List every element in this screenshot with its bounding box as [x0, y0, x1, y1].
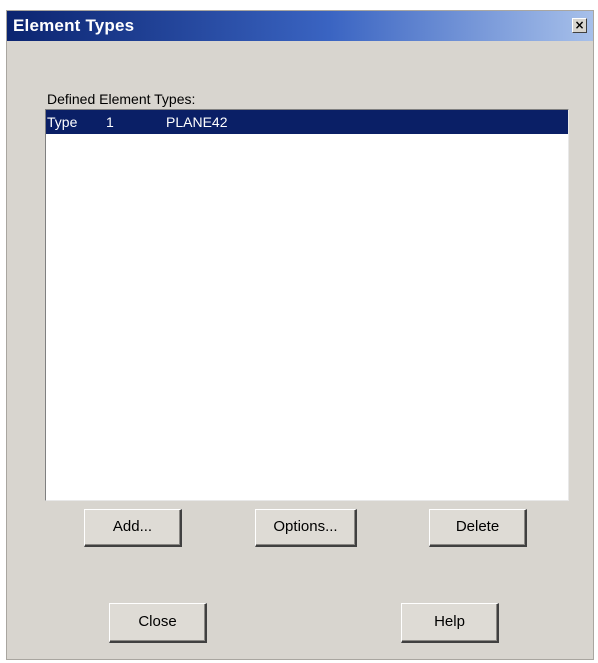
row-element-name: PLANE42 — [166, 114, 228, 130]
close-window-icon[interactable]: × — [572, 18, 587, 33]
close-button[interactable]: Close — [109, 603, 207, 643]
element-types-dialog: Element Types × Defined Element Types: T… — [6, 10, 594, 660]
defined-element-types-list[interactable]: Type 1 PLANE42 — [45, 109, 569, 501]
delete-button[interactable]: Delete — [429, 509, 527, 547]
title-bar[interactable]: Element Types × — [7, 11, 593, 41]
add-button[interactable]: Add... — [84, 509, 182, 547]
options-button[interactable]: Options... — [255, 509, 357, 547]
defined-element-types-label: Defined Element Types: — [47, 91, 196, 107]
row-type-label: Type — [47, 114, 78, 130]
window-title: Element Types — [13, 16, 135, 35]
help-button[interactable]: Help — [401, 603, 499, 643]
row-type-number: 1 — [106, 114, 114, 130]
list-item[interactable]: Type 1 PLANE42 — [46, 110, 568, 134]
